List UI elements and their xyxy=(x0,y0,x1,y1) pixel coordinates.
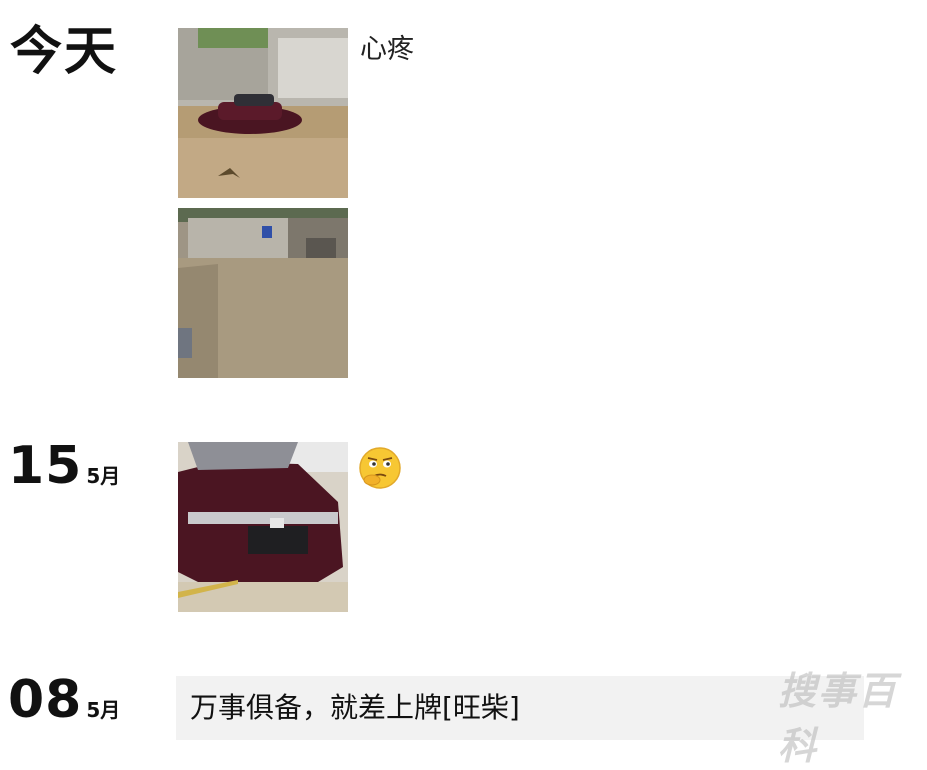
date-label-15-may: 15 5月 xyxy=(8,440,120,492)
date-day: 08 xyxy=(8,670,83,730)
date-day: 15 xyxy=(8,436,83,496)
red-car-image xyxy=(178,442,348,612)
flooded-alley-image xyxy=(178,208,348,378)
photo-flooded-street[interactable] xyxy=(178,28,348,198)
photo-red-car[interactable] xyxy=(178,442,348,612)
date-month: 5月 xyxy=(86,698,121,722)
watermark-logo: 搜事百科 xyxy=(778,660,927,770)
date-month: 5月 xyxy=(86,464,121,488)
post-caption: 心疼 xyxy=(360,34,414,65)
date-label-today: 今天 xyxy=(10,22,119,82)
watermark-text: 搜事百科 xyxy=(778,669,899,768)
flooded-street-image xyxy=(178,28,348,198)
text-post[interactable]: 万事俱备，就差上牌[旺柴] xyxy=(176,676,864,740)
date-label-08-may: 08 5月 xyxy=(8,674,120,726)
photo-flooded-alley[interactable] xyxy=(178,208,348,378)
thinking-face-emoji-icon xyxy=(358,446,402,490)
